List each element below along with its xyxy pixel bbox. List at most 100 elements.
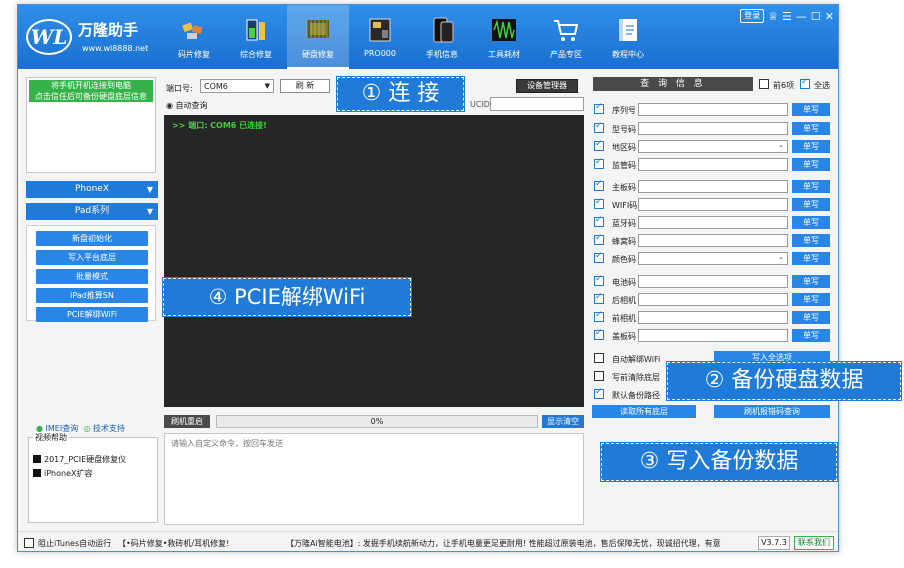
- field-input[interactable]: [638, 103, 788, 116]
- single-write-button[interactable]: 单写: [792, 198, 830, 211]
- nav-label: 硬盘修复: [302, 50, 334, 59]
- select-all-checkbox[interactable]: [800, 77, 810, 89]
- single-write-button[interactable]: 单写: [792, 140, 830, 153]
- nav-pro000[interactable]: PRO000: [349, 5, 411, 69]
- read-all-button[interactable]: 读取所有底层: [592, 405, 696, 418]
- ucid-label: UCID: [470, 100, 490, 109]
- field-checkbox[interactable]: [594, 328, 604, 340]
- field-checkbox[interactable]: [594, 292, 604, 304]
- video-play-icon: [33, 455, 41, 463]
- nav-phone-info[interactable]: 手机信息: [411, 5, 473, 69]
- video-item[interactable]: iPhoneX扩容: [33, 468, 92, 479]
- field-input[interactable]: [638, 158, 788, 171]
- field-checkbox[interactable]: [594, 251, 604, 263]
- field-checkbox[interactable]: [594, 179, 604, 191]
- step4-overlay: ④ PCIE解绑WiFi: [162, 277, 412, 317]
- login-button[interactable]: 登录: [740, 9, 765, 23]
- single-write-button[interactable]: 单写: [792, 275, 830, 288]
- single-write-button[interactable]: 单写: [792, 329, 830, 342]
- app-name: 万隆助手: [78, 21, 139, 39]
- flash-error-query-button[interactable]: 刷机报错码查询: [714, 405, 830, 418]
- field-checkbox[interactable]: [594, 102, 604, 114]
- default-backup-checkbox[interactable]: [594, 387, 604, 399]
- query-info-button[interactable]: 查 询 信 息: [593, 77, 753, 91]
- init-disk-button[interactable]: 新盘初始化: [36, 231, 148, 246]
- contact-us-button[interactable]: 联系我们: [794, 536, 834, 550]
- field-input[interactable]: [638, 180, 788, 193]
- clear-before-write-checkbox[interactable]: [594, 371, 604, 381]
- single-write-button[interactable]: 单写: [792, 234, 830, 247]
- field-label: 蜂窝码: [612, 237, 636, 246]
- field-label: 监管码: [612, 161, 636, 170]
- auto-query-radio[interactable]: ◉ 自动查询: [166, 100, 208, 111]
- pad-model-dropdown[interactable]: Pad系列 ▼: [26, 203, 158, 220]
- maximize-icon[interactable]: ☐: [811, 10, 821, 23]
- refresh-button[interactable]: 刷 新: [280, 79, 330, 93]
- single-write-button[interactable]: 单写: [792, 122, 830, 135]
- field-input[interactable]: [638, 122, 788, 135]
- minimize-icon[interactable]: —: [796, 10, 807, 23]
- field-label: 型号码: [612, 125, 636, 134]
- field-checkbox[interactable]: [594, 274, 604, 286]
- notice-text: 将手机开机连接到电脑 点击信任后可备份硬盘底层信息: [29, 80, 153, 102]
- single-write-button[interactable]: 单写: [792, 252, 830, 265]
- field-input[interactable]: [638, 293, 788, 306]
- nav-products[interactable]: 产品专区: [535, 5, 597, 69]
- field-checkbox[interactable]: [594, 310, 604, 322]
- single-write-button[interactable]: 单写: [792, 103, 830, 116]
- write-platform-button[interactable]: 写入平台底层: [36, 250, 148, 265]
- menu-icon[interactable]: ☰: [782, 10, 792, 23]
- auto-unbind-checkbox[interactable]: [594, 353, 604, 363]
- field-input[interactable]: [638, 216, 788, 229]
- default-backup-label: 默认备份路径: [612, 391, 660, 400]
- field-checkbox[interactable]: [594, 139, 604, 151]
- field-input[interactable]: [638, 311, 788, 324]
- tech-support-link[interactable]: 技术支持: [93, 424, 125, 433]
- clear-display-button[interactable]: 显示清空: [542, 415, 584, 428]
- field-label: 蓝牙码: [612, 219, 636, 228]
- skin-icon[interactable]: ♕: [768, 10, 778, 23]
- field-input[interactable]: [638, 198, 788, 211]
- field-input[interactable]: [638, 275, 788, 288]
- video-item[interactable]: 2017_PCIE硬盘修复仪: [33, 454, 126, 465]
- battery-icon: [246, 19, 265, 41]
- single-write-button[interactable]: 单写: [792, 158, 830, 171]
- device-manager-button[interactable]: 设备管理器: [516, 79, 578, 93]
- block-itunes-checkbox[interactable]: [24, 538, 34, 548]
- batch-mode-button[interactable]: 批量模式: [36, 269, 148, 284]
- ipad-sn-button[interactable]: iPad推算SN: [36, 288, 148, 303]
- app-url: www.wl8888.net: [82, 44, 149, 53]
- single-write-button[interactable]: 单写: [792, 180, 830, 193]
- command-input[interactable]: 请输入自定义命令，按回车发送: [164, 433, 584, 525]
- field-checkbox[interactable]: [594, 121, 604, 133]
- field-input[interactable]: [638, 329, 788, 342]
- logo-mark: WL: [26, 19, 72, 55]
- ucid-field[interactable]: [490, 97, 584, 111]
- field-checkbox[interactable]: [594, 157, 604, 169]
- single-write-button[interactable]: 单写: [792, 216, 830, 229]
- field-checkbox[interactable]: [594, 197, 604, 209]
- flash-reboot-button[interactable]: 刷机重启: [164, 415, 210, 428]
- nav-tools[interactable]: 工具耗材: [473, 5, 535, 69]
- single-write-button[interactable]: 单写: [792, 311, 830, 324]
- nav-tutorials[interactable]: 教程中心: [597, 5, 659, 69]
- nav-harddisk-repair[interactable]: 硬盘修复: [287, 5, 349, 69]
- field-input[interactable]: [638, 234, 788, 247]
- close-icon[interactable]: ✕: [825, 10, 834, 23]
- auto-unbind-label: 自动解绑WiFi: [612, 355, 661, 364]
- field-checkbox[interactable]: [594, 215, 604, 227]
- dropdown-value: PhoneX: [74, 184, 110, 194]
- field-input[interactable]: ⌄: [638, 140, 788, 153]
- field-checkbox[interactable]: [594, 233, 604, 245]
- video-label: iPhoneX扩容: [44, 469, 93, 478]
- prev6-label: 前6项: [773, 81, 795, 90]
- single-write-button[interactable]: 单写: [792, 293, 830, 306]
- phone-model-dropdown[interactable]: PhoneX ▼: [26, 181, 158, 198]
- nav-chip-repair[interactable]: 码片修复: [163, 5, 225, 69]
- nav-general-repair[interactable]: 综合修复: [225, 5, 287, 69]
- prev6-checkbox[interactable]: [759, 79, 769, 89]
- field-input[interactable]: ⌄: [638, 252, 788, 265]
- nav-label: 手机信息: [426, 50, 458, 59]
- pcie-unbind-button[interactable]: PCIE解绑WiFi: [36, 307, 148, 322]
- port-select[interactable]: COM6 ▼: [200, 79, 274, 93]
